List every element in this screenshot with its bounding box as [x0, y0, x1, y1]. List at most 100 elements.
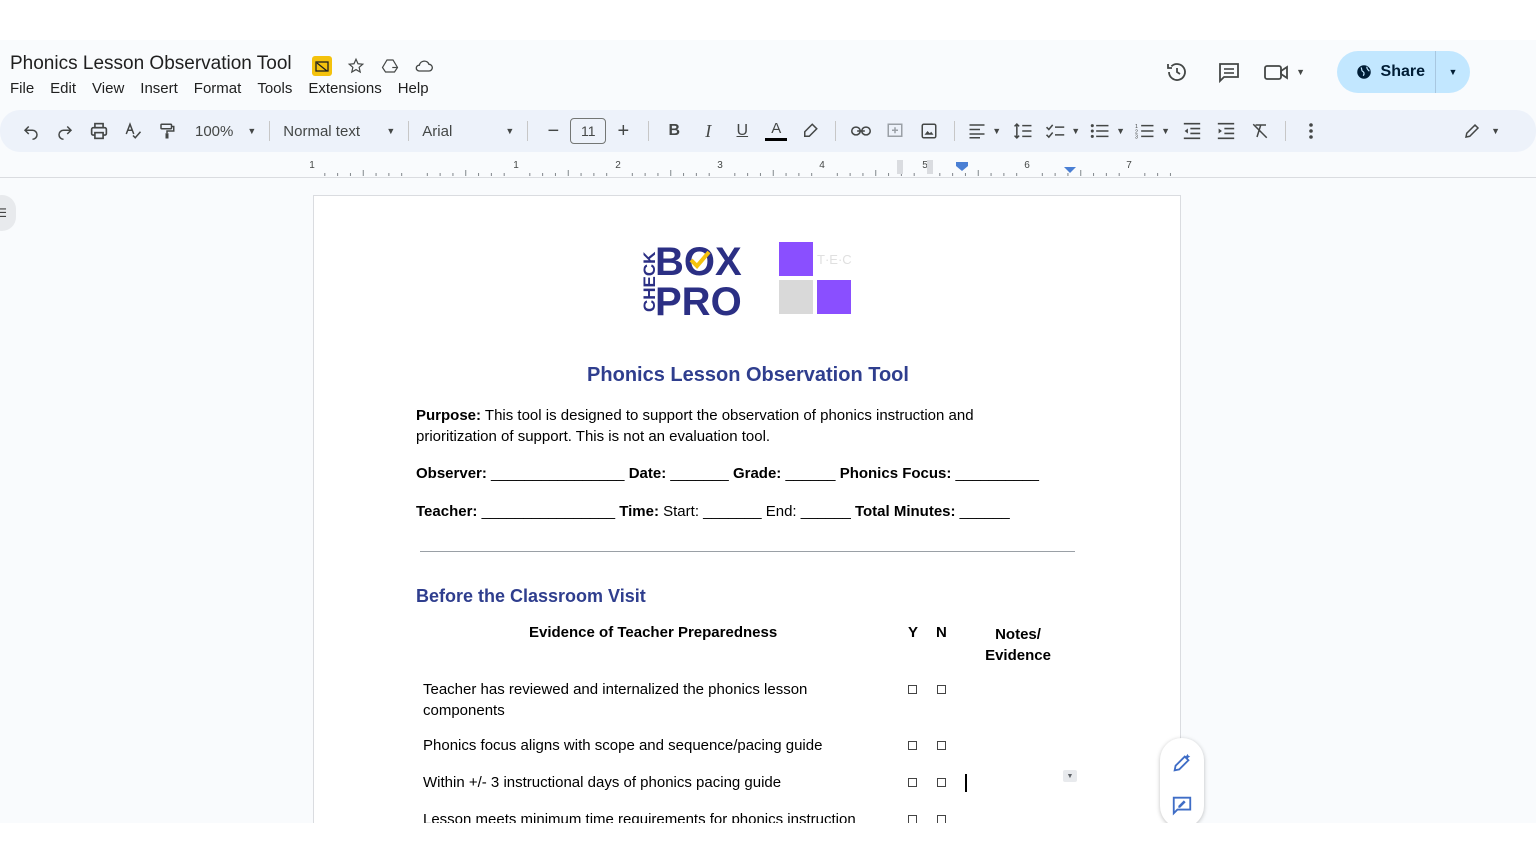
clear-formatting-icon[interactable]: [1248, 116, 1272, 146]
folder-icon[interactable]: [312, 56, 332, 76]
help-me-write-icon[interactable]: [1171, 752, 1193, 774]
checkbox-yes[interactable]: [908, 815, 917, 823]
underline-button[interactable]: U: [730, 116, 754, 146]
chevron-down-icon: ▼: [386, 126, 396, 136]
ruler-number: 3: [717, 160, 723, 171]
menu-bar: File Edit View Insert Format Tools Exten…: [10, 80, 445, 97]
meet-icon[interactable]: ▼: [1263, 54, 1307, 90]
teacher-line: Teacher: ________________ Time: Start: _…: [416, 503, 1010, 520]
redo-icon[interactable]: [53, 116, 77, 146]
column-marker: [897, 160, 903, 174]
share-button[interactable]: Share: [1337, 51, 1436, 93]
checkbox-yes[interactable]: [908, 741, 917, 750]
text-color-button[interactable]: A: [764, 116, 788, 146]
text-color-label: A: [771, 119, 782, 137]
menu-view[interactable]: View: [92, 80, 124, 97]
align-icon[interactable]: ▼: [968, 116, 1001, 146]
menu-insert[interactable]: Insert: [140, 80, 178, 97]
increase-font-size-button[interactable]: +: [611, 116, 635, 146]
menu-file[interactable]: File: [10, 80, 34, 97]
menu-format[interactable]: Format: [194, 80, 242, 97]
ruler-number: 1: [309, 160, 315, 171]
chevron-down-icon: ▼: [505, 126, 515, 136]
menu-help[interactable]: Help: [398, 80, 429, 97]
table-header-notes: Notes/ Evidence: [974, 624, 1062, 666]
undo-icon[interactable]: [19, 116, 43, 146]
left-indent-marker: [956, 162, 968, 171]
menu-extensions[interactable]: Extensions: [308, 80, 381, 97]
share-dropdown-button[interactable]: ▼: [1436, 51, 1470, 93]
table-row-text: Phonics focus aligns with scope and sequ…: [423, 737, 823, 754]
document-outline-toggle[interactable]: ☰: [0, 195, 16, 231]
add-comment-icon[interactable]: [883, 116, 907, 146]
cloud-status-icon[interactable]: [414, 56, 434, 76]
teacher-label: Teacher:: [416, 503, 478, 520]
paint-format-icon[interactable]: [155, 116, 179, 146]
decrease-font-size-button[interactable]: −: [541, 116, 565, 146]
start-text: Start: _______: [658, 503, 766, 520]
checkbox-yes[interactable]: [908, 778, 917, 787]
logo-square-gray: [779, 280, 813, 314]
move-to-drive-icon[interactable]: [380, 56, 400, 76]
table-header-evidence: Evidence of Teacher Preparedness: [529, 624, 778, 641]
phonics-focus-label: Phonics Focus:: [839, 465, 952, 482]
checkbox-no[interactable]: [937, 685, 946, 694]
bulleted-list-icon[interactable]: ▼: [1090, 116, 1125, 146]
highlight-color-icon[interactable]: [798, 116, 822, 146]
menu-edit[interactable]: Edit: [50, 80, 76, 97]
editing-mode-icon[interactable]: ▼: [1463, 116, 1500, 146]
toolbar-divider: [527, 121, 529, 141]
insert-image-icon[interactable]: [917, 116, 941, 146]
ruler-ticks: 11234567: [309, 160, 1171, 176]
title-bar: Phonics Lesson Observation Tool File Edi…: [0, 40, 1536, 108]
more-options-icon[interactable]: [1299, 116, 1323, 146]
spellcheck-icon[interactable]: [121, 116, 145, 146]
checklist-icon[interactable]: ▼: [1045, 116, 1080, 146]
numbered-list-icon[interactable]: 123 ▼: [1135, 116, 1170, 146]
purpose-paragraph: Purpose: This tool is designed to suppor…: [416, 405, 1056, 447]
total-minutes-blank: ______: [955, 503, 1010, 520]
paragraph-style-select[interactable]: Normal text ▼: [283, 116, 395, 146]
bold-button[interactable]: B: [662, 116, 686, 146]
document-page[interactable]: CHECK BOX PRO T·E·C Phonics Lesson Obser…: [313, 195, 1181, 823]
decrease-indent-icon[interactable]: [1180, 116, 1204, 146]
header-actions: ▼ Share ▼: [1159, 50, 1536, 94]
title-icons: [312, 56, 434, 76]
comments-icon[interactable]: [1211, 54, 1247, 90]
floating-actions: [1160, 738, 1204, 823]
cell-dropdown-icon[interactable]: ▼: [1063, 770, 1077, 782]
version-history-icon[interactable]: [1159, 54, 1195, 90]
horizontal-ruler[interactable]: 11234567: [0, 156, 1536, 178]
ruler-number: 4: [819, 160, 825, 171]
checkbox-no[interactable]: [937, 815, 946, 823]
line-spacing-icon[interactable]: [1011, 116, 1035, 146]
paragraph-style-value: Normal text: [283, 122, 360, 140]
table-header-y: Y: [908, 624, 919, 641]
insert-link-icon[interactable]: [849, 116, 873, 146]
observer-line: Observer: ________________ Date: _______…: [416, 465, 1039, 482]
checkbox-yes[interactable]: [908, 685, 917, 694]
table-row-text: Lesson meets minimum time requirements f…: [423, 811, 856, 823]
ruler-number: 1: [513, 160, 519, 171]
checkbox-no[interactable]: [937, 778, 946, 787]
font-family-select[interactable]: Arial ▼: [422, 116, 514, 146]
logo-text-pro: PRO: [655, 280, 742, 320]
suggest-edits-icon[interactable]: [1171, 794, 1193, 816]
document-heading: Phonics Lesson Observation Tool: [587, 364, 909, 386]
checkbox-no[interactable]: [937, 741, 946, 750]
chevron-down-icon: ▼: [1296, 67, 1305, 77]
font-size-input[interactable]: 11: [570, 118, 607, 144]
document-title[interactable]: Phonics Lesson Observation Tool: [10, 53, 292, 75]
star-icon[interactable]: [346, 56, 366, 76]
increase-indent-icon[interactable]: [1214, 116, 1238, 146]
zoom-select[interactable]: 100% ▼: [189, 116, 256, 146]
right-indent-marker: [1064, 167, 1076, 173]
observer-blank: ________________: [486, 465, 629, 482]
purpose-label: Purpose:: [416, 407, 482, 424]
chevron-down-icon: ▼: [1161, 126, 1170, 136]
table-header-notes-line1: Notes/: [995, 626, 1041, 643]
menu-tools[interactable]: Tools: [257, 80, 292, 97]
print-icon[interactable]: [87, 116, 111, 146]
font-family-value: Arial: [422, 122, 453, 140]
italic-button[interactable]: I: [696, 116, 720, 146]
